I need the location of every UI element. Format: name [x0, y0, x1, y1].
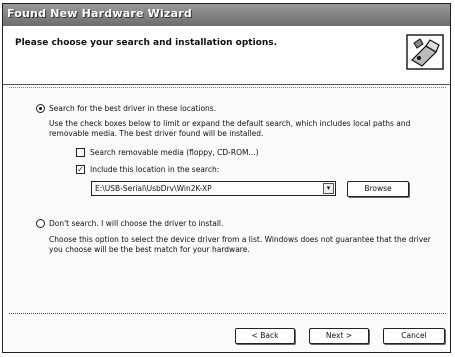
next-button[interactable]: Next >: [309, 328, 369, 344]
top-divider: [9, 87, 446, 88]
search-option-label: Search for the best driver in these loca…: [49, 104, 217, 113]
search-option-description: Use the check boxes below to limit or ex…: [49, 119, 411, 138]
back-button[interactable]: < Back: [235, 328, 295, 344]
location-combobox[interactable]: E:\USB-Serial\UsbDrv\Win2K-XP ▾: [91, 181, 336, 196]
manual-option-description: Choose this option to select the device …: [49, 235, 431, 254]
chevron-down-icon[interactable]: ▾: [323, 183, 334, 194]
window-title: Found New Hardware Wizard: [7, 7, 192, 20]
manual-option-label: Don't search. I will choose the driver t…: [49, 219, 224, 228]
manual-option-radio[interactable]: [36, 219, 45, 228]
search-option-radio[interactable]: [36, 104, 45, 113]
location-value: E:\USB-Serial\UsbDrv\Win2K-XP: [95, 184, 212, 193]
cancel-button[interactable]: Cancel: [383, 328, 445, 344]
wizard-header: Please choose your search and installati…: [3, 26, 450, 85]
include-location-label: Include this location in the search:: [90, 165, 220, 174]
wizard-window: Found New Hardware Wizard Please choose …: [2, 3, 451, 353]
removable-media-checkbox[interactable]: [76, 148, 85, 157]
hardware-wizard-icon: [406, 34, 444, 70]
include-location-checkbox[interactable]: ✓: [76, 165, 85, 174]
footer-divider: [9, 313, 446, 314]
header-title: Please choose your search and installati…: [15, 38, 278, 48]
browse-button[interactable]: Browse: [347, 181, 409, 197]
title-bar[interactable]: Found New Hardware Wizard: [3, 4, 450, 26]
removable-media-label: Search removable media (floppy, CD-ROM..…: [90, 148, 259, 157]
wizard-content: Search for the best driver in these loca…: [3, 85, 450, 313]
